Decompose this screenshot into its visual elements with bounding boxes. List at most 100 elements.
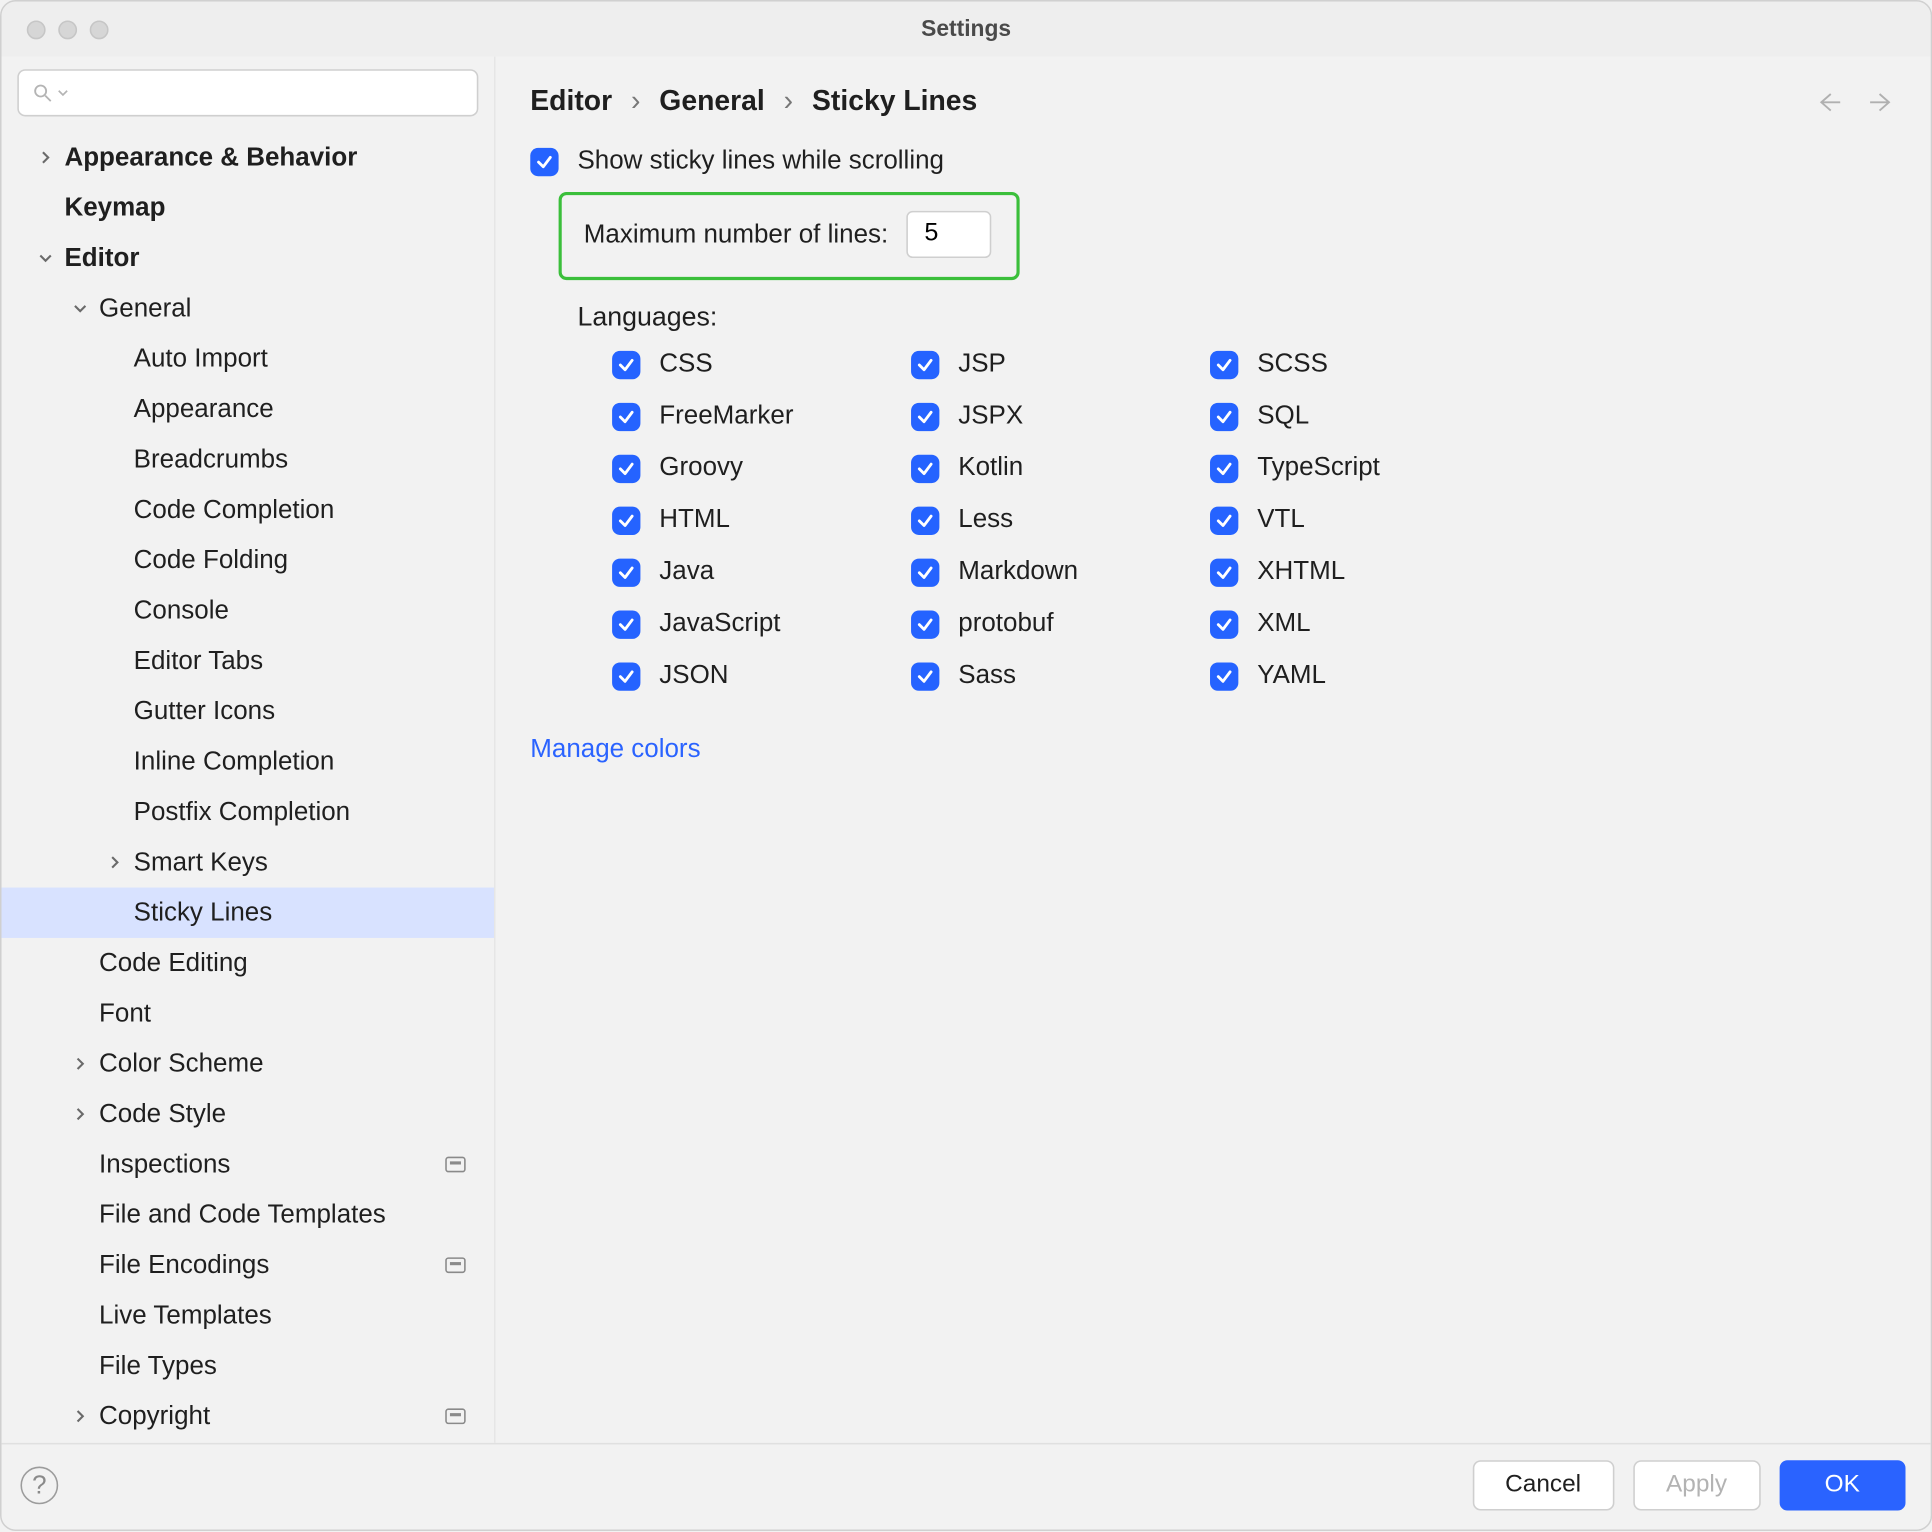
chevron-right-icon: › — [784, 85, 793, 118]
cancel-button[interactable]: Cancel — [1472, 1460, 1614, 1510]
sidebar-item[interactable]: Gutter Icons — [2, 686, 495, 736]
language-checkbox[interactable]: Kotlin — [911, 453, 1210, 483]
sidebar-item[interactable]: Postfix Completion — [2, 787, 495, 837]
sidebar-item[interactable]: Font — [2, 988, 495, 1038]
checkbox-checked-icon — [1210, 454, 1238, 482]
settings-tree[interactable]: Appearance & Behavior Keymap Editor General… — [2, 126, 495, 1443]
search-input[interactable] — [17, 69, 478, 116]
language-checkbox[interactable]: JSP — [911, 349, 1210, 379]
sidebar-item[interactable]: Code Completion — [2, 485, 495, 535]
breadcrumb-general[interactable]: General — [659, 85, 764, 118]
chevron-right-icon — [102, 854, 127, 870]
breadcrumb-editor[interactable]: Editor — [530, 85, 612, 118]
sidebar-item[interactable]: File Encodings — [2, 1240, 495, 1290]
footer-buttons: Cancel Apply OK — [1472, 1460, 1905, 1510]
sidebar-item[interactable]: File and Code Templates — [2, 1190, 495, 1240]
ok-button[interactable]: OK — [1779, 1460, 1906, 1510]
sidebar-item-label: Code Editing — [93, 948, 248, 978]
breadcrumb: Editor › General › Sticky Lines — [530, 85, 977, 118]
back-icon[interactable] — [1814, 87, 1842, 115]
apply-button[interactable]: Apply — [1633, 1460, 1760, 1510]
chevron-right-icon: › — [631, 85, 640, 118]
sidebar-item-label: Inline Completion — [127, 747, 334, 777]
language-label: Kotlin — [958, 453, 1023, 483]
sidebar-item[interactable]: General — [2, 283, 495, 333]
language-label: JavaScript — [659, 609, 780, 639]
dropdown-caret-icon — [57, 87, 70, 100]
language-label: CSS — [659, 349, 712, 379]
sidebar-item-label: Code Style — [93, 1099, 226, 1129]
sidebar-item[interactable]: Code Folding — [2, 535, 495, 585]
checkbox-checked-icon — [1210, 610, 1238, 638]
language-label: TypeScript — [1257, 453, 1380, 483]
checkbox-checked-icon — [612, 610, 640, 638]
language-checkbox[interactable]: protobuf — [911, 609, 1210, 639]
language-checkbox[interactable]: Markdown — [911, 557, 1210, 587]
sidebar-item[interactable]: Code Editing — [2, 938, 495, 988]
language-checkbox[interactable]: TypeScript — [1210, 453, 1509, 483]
checkbox-checked-icon — [612, 506, 640, 534]
language-label: Java — [659, 557, 714, 587]
sidebar-item[interactable]: Breadcrumbs — [2, 434, 495, 484]
sidebar-item[interactable]: Inspections — [2, 1139, 495, 1189]
sidebar-item[interactable]: Appearance — [2, 384, 495, 434]
checkbox-checked-icon — [911, 506, 939, 534]
language-label: Groovy — [659, 453, 743, 483]
language-checkbox[interactable]: Sass — [911, 661, 1210, 691]
checkbox-checked-icon — [1210, 506, 1238, 534]
language-checkbox[interactable]: Less — [911, 505, 1210, 535]
language-label: JSP — [958, 349, 1006, 379]
sidebar-item-label: General — [93, 293, 192, 323]
show-sticky-lines-checkbox[interactable]: Show sticky lines while scrolling — [530, 146, 1896, 176]
chevron-down-icon — [68, 301, 93, 317]
help-button[interactable]: ? — [20, 1467, 58, 1505]
forward-icon[interactable] — [1868, 87, 1896, 115]
checkbox-checked-icon — [911, 350, 939, 378]
language-checkbox[interactable]: XML — [1210, 609, 1509, 639]
manage-colors-link[interactable]: Manage colors — [530, 735, 700, 765]
sidebar-item-label: File Types — [93, 1351, 217, 1381]
sidebar-item[interactable]: Copyright — [2, 1391, 495, 1441]
language-label: JSON — [659, 661, 728, 691]
sidebar-item[interactable]: Smart Keys — [2, 837, 495, 887]
language-checkbox[interactable]: FreeMarker — [612, 401, 911, 431]
sidebar-item-label: Postfix Completion — [127, 797, 350, 827]
sidebar-item[interactable]: Appearance & Behavior — [2, 132, 495, 182]
max-lines-input[interactable] — [907, 211, 992, 258]
language-checkbox[interactable]: JSPX — [911, 401, 1210, 431]
sidebar-item[interactable]: Console — [2, 585, 495, 635]
scope-badge-icon — [445, 1408, 465, 1424]
sidebar-item-label: Keymap — [58, 193, 165, 223]
sidebar-item[interactable]: Sticky Lines — [2, 887, 495, 937]
language-checkbox[interactable]: CSS — [612, 349, 911, 379]
sidebar-item[interactable]: Editor Tabs — [2, 636, 495, 686]
checkbox-checked-icon — [1210, 350, 1238, 378]
language-checkbox[interactable]: SQL — [1210, 401, 1509, 431]
sidebar-item[interactable]: Color Scheme — [2, 1039, 495, 1089]
checkbox-checked-icon — [911, 610, 939, 638]
sidebar-item[interactable]: Auto Import — [2, 334, 495, 384]
language-checkbox[interactable]: XHTML — [1210, 557, 1509, 587]
sidebar-item[interactable]: File Types — [2, 1341, 495, 1391]
language-checkbox[interactable]: HTML — [612, 505, 911, 535]
sidebar-item[interactable]: Editor — [2, 233, 495, 283]
language-checkbox[interactable]: VTL — [1210, 505, 1509, 535]
language-checkbox[interactable]: JSON — [612, 661, 911, 691]
language-checkbox[interactable]: Groovy — [612, 453, 911, 483]
max-lines-highlight: Maximum number of lines: — [559, 192, 1021, 280]
sidebar-item[interactable]: Inline Completion — [2, 736, 495, 786]
language-checkbox[interactable]: Java — [612, 557, 911, 587]
body: Appearance & Behavior Keymap Editor General… — [2, 57, 1931, 1443]
sidebar-item-label: File Encodings — [93, 1250, 270, 1280]
sidebar-item[interactable]: Keymap — [2, 183, 495, 233]
chevron-down-icon — [33, 250, 58, 266]
language-checkbox[interactable]: JavaScript — [612, 609, 911, 639]
language-checkbox[interactable]: YAML — [1210, 661, 1509, 691]
sidebar-item[interactable]: Code Style — [2, 1089, 495, 1139]
language-label: SQL — [1257, 401, 1309, 431]
search-icon — [31, 82, 53, 104]
language-checkbox[interactable]: SCSS — [1210, 349, 1509, 379]
sidebar-item[interactable]: Live Templates — [2, 1290, 495, 1340]
window-title: Settings — [2, 17, 1931, 42]
sidebar-item-label: Gutter Icons — [127, 696, 275, 726]
